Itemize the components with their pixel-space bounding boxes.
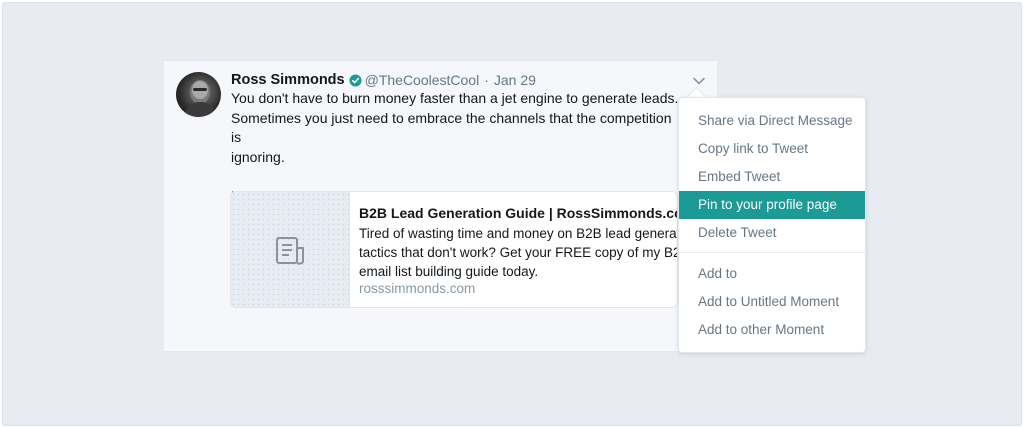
- tweet-text-line: You don't have to burn money faster than…: [231, 90, 679, 106]
- link-description-line: tactics that don't work? Get your FREE c…: [359, 245, 677, 260]
- header-separator: ·: [484, 72, 489, 88]
- tweet-card: Ross Simmonds @TheCoolestCool · Jan 29 Y…: [163, 60, 718, 352]
- author-handle[interactable]: @TheCoolestCool: [365, 72, 480, 88]
- menu-item-pin-profile[interactable]: Pin to your profile page: [679, 191, 865, 219]
- avatar[interactable]: [176, 72, 221, 117]
- link-description-line: Tired of wasting time and money on B2B l…: [359, 226, 677, 241]
- document-icon: [276, 237, 304, 265]
- tweet-date[interactable]: Jan 29: [494, 72, 536, 88]
- menu-item-share-dm[interactable]: Share via Direct Message: [679, 107, 865, 135]
- chevron-down-icon[interactable]: [691, 73, 707, 89]
- author-name[interactable]: Ross Simmonds: [231, 72, 345, 88]
- menu-item-copy-link[interactable]: Copy link to Tweet: [679, 135, 865, 163]
- link-description: Tired of wasting time and money on B2B l…: [359, 224, 677, 281]
- tweet-options-menu: Share via Direct Message Copy link to Tw…: [678, 97, 866, 353]
- menu-item-embed-tweet[interactable]: Embed Tweet: [679, 163, 865, 191]
- link-thumbnail: [231, 192, 350, 307]
- menu-item-add-other-moment[interactable]: Add to other Moment: [679, 316, 865, 344]
- tweet-text: You don't have to burn money faster than…: [231, 89, 681, 206]
- menu-item-add-untitled-moment[interactable]: Add to Untitled Moment: [679, 288, 865, 316]
- link-domain: rosssimmonds.com: [359, 281, 476, 296]
- link-description-line: email list building guide today.: [359, 264, 539, 279]
- tweet-text-line: ignoring.: [231, 148, 285, 165]
- menu-item-delete-tweet[interactable]: Delete Tweet: [679, 219, 865, 247]
- tweet-text-line: Sometimes you just need to embrace the c…: [231, 109, 672, 146]
- menu-divider: [679, 252, 865, 253]
- tweet-header: Ross Simmonds @TheCoolestCool · Jan 29: [231, 70, 536, 90]
- verified-badge-icon: [349, 73, 362, 87]
- link-preview-card[interactable]: B2B Lead Generation Guide | RossSimmonds…: [230, 191, 678, 308]
- link-title: B2B Lead Generation Guide | RossSimmonds…: [359, 205, 678, 221]
- menu-item-add-to[interactable]: Add to: [679, 260, 865, 288]
